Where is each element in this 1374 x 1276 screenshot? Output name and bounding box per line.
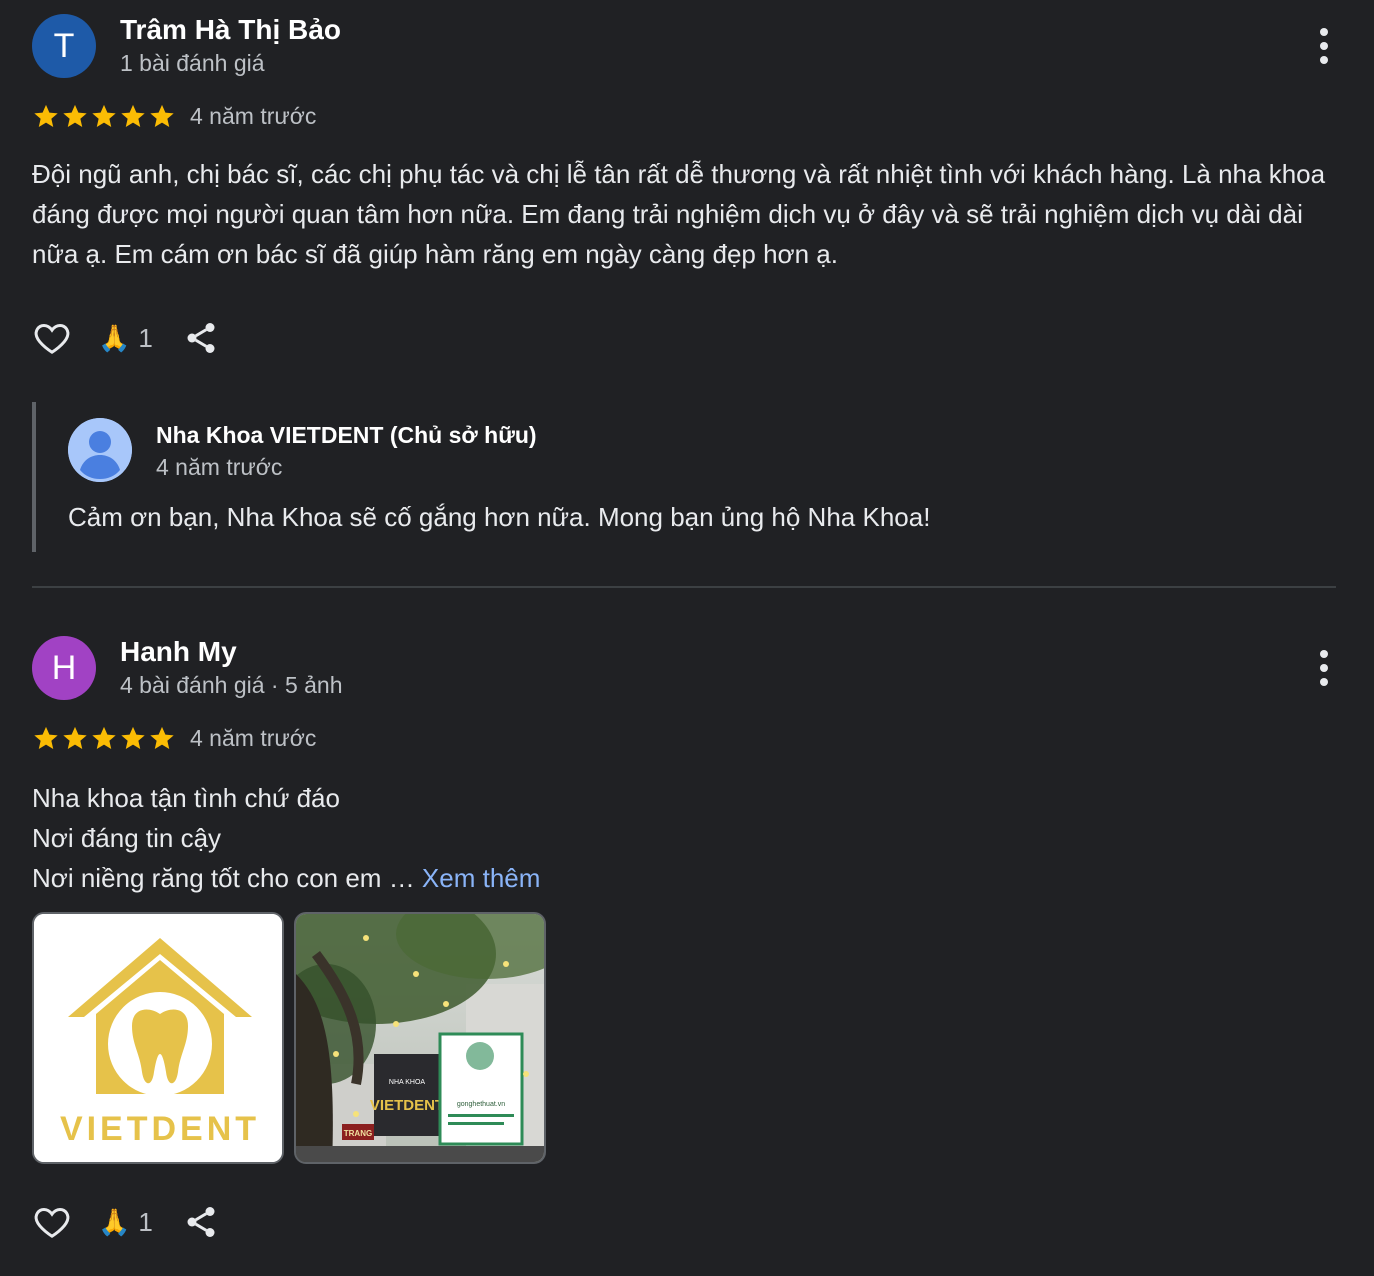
dot — [1320, 28, 1328, 36]
more-options-button[interactable] — [1312, 28, 1336, 64]
avatar[interactable]: T — [32, 14, 96, 78]
dot — [1320, 56, 1328, 64]
more-options-button[interactable] — [1312, 650, 1336, 686]
rating-row: 4 năm trước — [32, 100, 316, 132]
sign-brand-text: VIETDENT — [370, 1097, 444, 1114]
reviewer-meta: 1 bài đánh giá — [120, 50, 265, 76]
logo-text: VIETDENT — [60, 1110, 260, 1148]
star-icon — [34, 104, 58, 127]
owner-avatar[interactable] — [68, 418, 132, 482]
star-icon — [92, 104, 116, 127]
review-header: H Hanh My 4 bài đánh giá · 5 ảnh — [32, 622, 1336, 722]
owner-reply-time: 4 năm trước — [156, 454, 283, 480]
rating-row: 4 năm trước — [32, 722, 316, 754]
person-icon — [68, 418, 132, 482]
heart-icon[interactable] — [32, 318, 72, 358]
reaction-count: 1 — [138, 322, 153, 353]
see-more-link[interactable]: Xem thêm — [422, 863, 541, 893]
review-card: T Trâm Hà Thị Bảo 1 bài đánh giá 4 năm t… — [32, 0, 1336, 552]
pray-icon: 🙏 — [98, 1207, 131, 1237]
heart-icon[interactable] — [32, 1202, 72, 1242]
dot — [1320, 678, 1328, 686]
star-icon — [121, 726, 145, 749]
star-icon — [121, 104, 145, 127]
review-time: 4 năm trước — [190, 724, 317, 751]
star-rating — [32, 724, 176, 752]
reaction-button[interactable]: 🙏 1 — [98, 1207, 153, 1238]
reviewer-meta: 4 bài đánh giá · 5 ảnh — [120, 672, 343, 698]
reaction-count: 1 — [138, 1206, 153, 1237]
review-photos: VIETDENT NHA KHOA VIETDENT gonghethuat.v… — [32, 912, 546, 1164]
review-header: T Trâm Hà Thị Bảo 1 bài đánh giá — [32, 0, 1336, 100]
review-text-line: Nơi đáng tin cậy — [32, 823, 222, 853]
star-icon — [63, 726, 87, 749]
star-icon — [150, 104, 174, 127]
photo-thumbnail-storefront[interactable]: NHA KHOA VIETDENT gonghethuat.vn TRANG — [294, 912, 546, 1164]
review-time: 4 năm trước — [190, 102, 317, 129]
review-text: Đội ngũ anh, chị bác sĩ, các chị phụ tác… — [32, 159, 1326, 269]
storefront-photo: NHA KHOA VIETDENT gonghethuat.vn TRANG — [296, 914, 544, 1162]
star-icon — [92, 726, 116, 749]
dot — [1320, 42, 1328, 50]
sign-left-text: TRANG — [344, 1129, 372, 1138]
share-icon[interactable] — [183, 1204, 219, 1240]
review-card: H Hanh My 4 bài đánh giá · 5 ảnh 4 năm t… — [32, 622, 1336, 1164]
review-actions: 🙏 1 — [32, 316, 219, 360]
review-actions: 🙏 1 — [32, 1200, 219, 1244]
sign-small-text: NHA KHOA — [389, 1079, 426, 1086]
reaction-button[interactable]: 🙏 1 — [98, 323, 153, 354]
photo-thumbnail-logo[interactable]: VIETDENT — [32, 912, 284, 1164]
reviewer-name[interactable]: Hanh My — [120, 636, 237, 668]
review-text-line: Nha khoa tận tình chứ đáo — [32, 783, 340, 813]
avatar[interactable]: H — [32, 636, 96, 700]
star-rating — [32, 102, 176, 130]
vietdent-logo: VIETDENT — [34, 914, 282, 1162]
star-icon — [150, 726, 174, 749]
dot — [1320, 650, 1328, 658]
dot — [1320, 664, 1328, 672]
review-text-line-content: Nơi niềng răng tốt cho con em … — [32, 863, 415, 893]
pray-icon: 🙏 — [98, 323, 131, 353]
owner-reply-text: Cảm ơn bạn, Nha Khoa sẽ cố gắng hơn nữa.… — [68, 502, 931, 532]
reviewer-name[interactable]: Trâm Hà Thị Bảo — [120, 14, 341, 46]
review-divider — [32, 586, 1336, 588]
star-icon — [34, 726, 58, 749]
owner-name: Nha Khoa VIETDENT (Chủ sở hữu) — [156, 422, 537, 448]
review-text-line: Nơi niềng răng tốt cho con em … Xem thêm — [32, 858, 1332, 898]
owner-reply: Nha Khoa VIETDENT (Chủ sở hữu) 4 năm trư… — [32, 402, 1132, 552]
reviews-page: T Trâm Hà Thị Bảo 1 bài đánh giá 4 năm t… — [0, 0, 1374, 1276]
sign-green-url: gonghethuat.vn — [457, 1101, 505, 1108]
review-text: Nha khoa tận tình chứ đáo Nơi đáng tin c… — [32, 778, 1332, 898]
star-icon — [63, 104, 87, 127]
share-icon[interactable] — [183, 320, 219, 356]
